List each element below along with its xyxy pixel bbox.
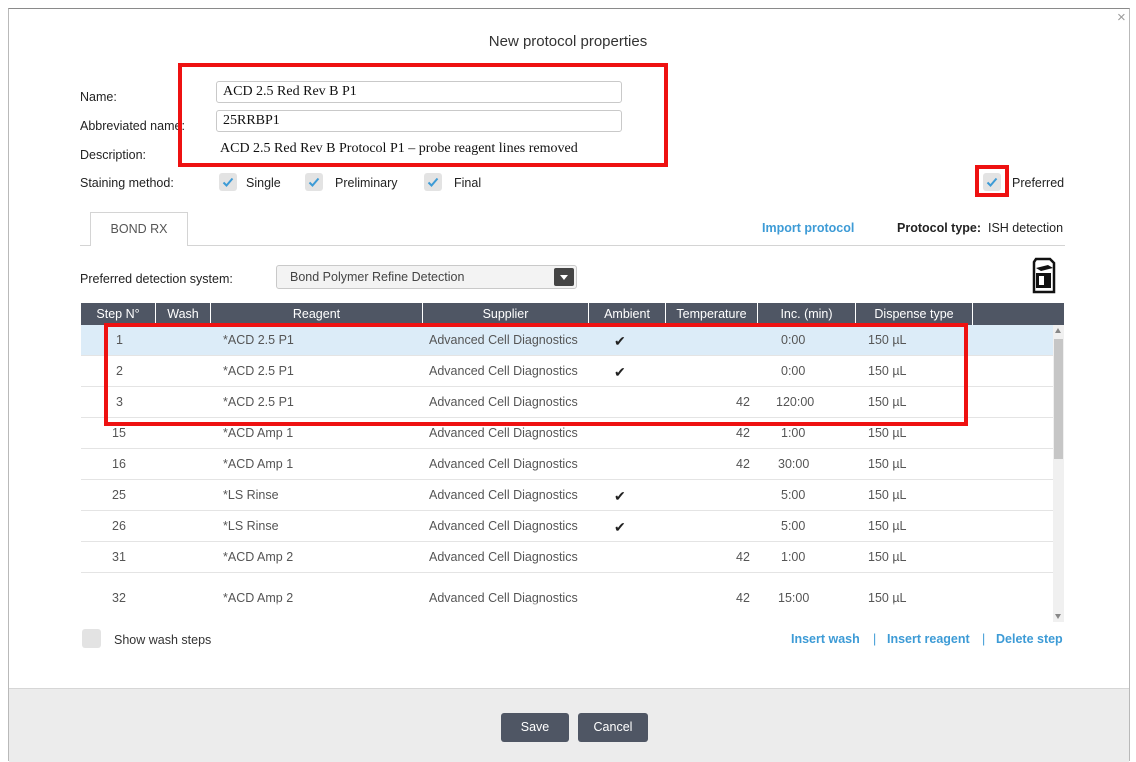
delete-step-link[interactable]: Delete step [996, 632, 1063, 646]
detection-system-value: Bond Polymer Refine Detection [290, 270, 465, 284]
table-row[interactable]: 2 *ACD 2.5 P1 Advanced Cell Diagnostics … [81, 356, 1053, 387]
single-label: Single [246, 176, 281, 190]
tab-strip-line [80, 245, 1065, 246]
insert-wash-link[interactable]: Insert wash [791, 632, 860, 646]
ambient-check-icon: ✔ [614, 364, 626, 380]
ambient-check-icon: ✔ [614, 333, 626, 349]
table-row[interactable]: 3 *ACD 2.5 P1 Advanced Cell Diagnostics … [81, 387, 1053, 418]
cancel-button[interactable]: Cancel [578, 713, 648, 742]
detection-system-select[interactable]: Bond Polymer Refine Detection [276, 265, 577, 289]
check-icon [986, 177, 998, 187]
single-checkbox[interactable] [219, 173, 237, 191]
table-row[interactable]: 1 *ACD 2.5 P1 Advanced Cell Diagnostics … [81, 325, 1053, 356]
preliminary-label: Preliminary [335, 176, 398, 190]
close-icon[interactable]: × [1117, 9, 1126, 26]
final-checkbox[interactable] [424, 173, 442, 191]
row-fade [81, 603, 1053, 622]
abbreviated-name-label: Abbreviated name: [80, 119, 185, 133]
save-button[interactable]: Save [501, 713, 569, 742]
preferred-checkbox[interactable] [983, 173, 1001, 191]
protocol-type-label: Protocol type: [897, 221, 982, 235]
check-icon [427, 177, 439, 187]
table-row[interactable]: 16 *ACD Amp 1 Advanced Cell Diagnostics … [81, 449, 1053, 480]
show-wash-steps-label: Show wash steps [114, 633, 212, 647]
name-label: Name: [80, 90, 117, 104]
table-row[interactable]: 25 *LS Rinse Advanced Cell Diagnostics ✔… [81, 480, 1053, 511]
column-supplier: Supplier [482, 307, 529, 321]
ambient-check-icon: ✔ [614, 488, 626, 504]
column-inc-min: Inc. (min) [780, 307, 833, 321]
table-row[interactable]: 31 *ACD Amp 2 Advanced Cell Diagnostics … [81, 542, 1053, 573]
scroll-down-icon[interactable] [1055, 614, 1061, 619]
column-dispense-type: Dispense type [874, 307, 954, 321]
check-icon [222, 177, 234, 187]
table-row[interactable]: 15 *ACD Amp 1 Advanced Cell Diagnostics … [81, 418, 1053, 449]
scrollbar-thumb[interactable] [1054, 339, 1063, 459]
tab-bond-rx[interactable]: BOND RX [90, 212, 188, 246]
separator: | [873, 632, 877, 646]
protocol-type-value: ISH detection [988, 221, 1064, 235]
preferred-label: Preferred [1012, 176, 1065, 190]
show-wash-steps-checkbox[interactable] [82, 629, 101, 648]
table-row[interactable]: 26 *LS Rinse Advanced Cell Diagnostics ✔… [81, 511, 1053, 542]
staining-method-label: Staining method: [80, 176, 174, 190]
column-reagent: Reagent [292, 307, 341, 321]
ambient-check-icon: ✔ [614, 519, 626, 535]
name-field[interactable]: ACD 2.5 Red Rev B P1 [216, 81, 622, 103]
insert-reagent-link[interactable]: Insert reagent [887, 632, 970, 646]
dialog-footer [9, 688, 1129, 762]
abbreviated-name-field[interactable]: 25RRBP1 [216, 110, 622, 132]
dialog-title: New protocol properties [488, 33, 648, 50]
check-icon [308, 177, 320, 187]
table-header: Step N° Wash Reagent Supplier Ambient Te… [81, 303, 1064, 325]
chevron-down-icon[interactable] [554, 268, 574, 286]
detection-system-label: Preferred detection system: [80, 272, 233, 286]
description-label: Description: [80, 148, 146, 162]
scroll-up-icon[interactable] [1055, 328, 1061, 333]
description-field[interactable]: ACD 2.5 Red Rev B Protocol P1 – probe re… [220, 141, 578, 157]
import-protocol-link[interactable]: Import protocol [762, 221, 854, 235]
column-wash: Wash [167, 307, 199, 321]
column-step: Step N° [96, 307, 140, 321]
table-scrollbar[interactable] [1053, 325, 1064, 622]
separator: | [982, 632, 986, 646]
column-temperature: Temperature [676, 307, 747, 321]
preliminary-checkbox[interactable] [305, 173, 323, 191]
bond-instrument-icon [1032, 257, 1056, 294]
column-ambient: Ambient [604, 307, 650, 321]
final-label: Final [454, 176, 482, 190]
